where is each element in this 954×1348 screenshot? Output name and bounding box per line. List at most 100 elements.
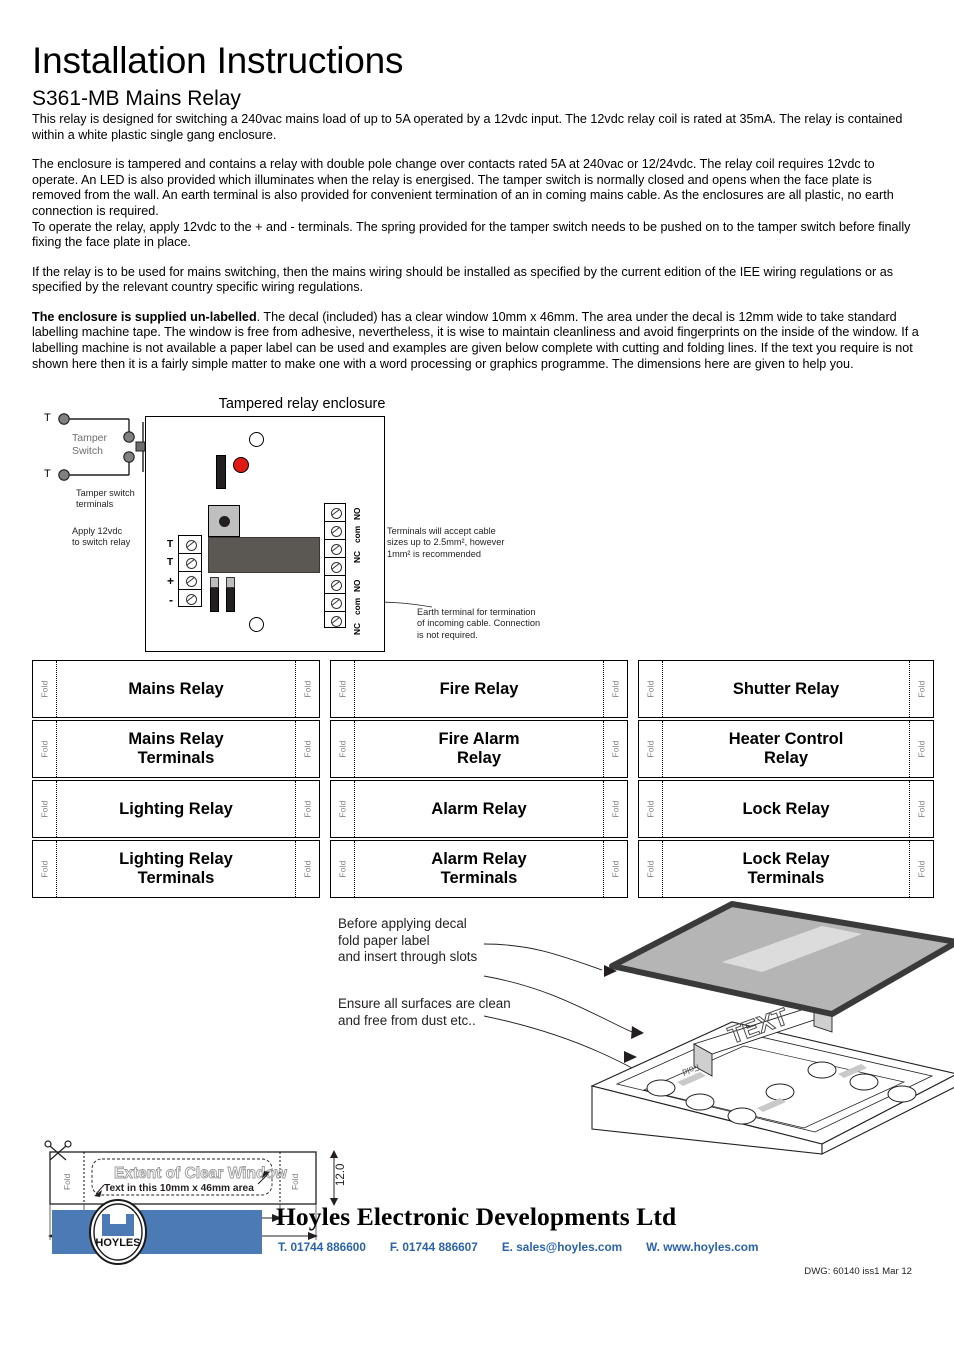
document-page: Installation Instructions S361-MB Mains … bbox=[0, 0, 954, 1348]
label-card-column-3: Fold Shutter Relay Fold Fold Heater Cont… bbox=[638, 660, 934, 899]
vlabel-nc-upper: NC bbox=[352, 551, 362, 564]
fold-label: Fold bbox=[337, 740, 348, 758]
fold-marker-right: Fold bbox=[603, 721, 627, 778]
contact-fax: F. 01744 886607 bbox=[389, 1240, 478, 1254]
fold-label: Fold bbox=[337, 800, 348, 818]
label-card: Fold Lock Relay Fold bbox=[638, 780, 934, 839]
label-card: Fold Lighting Relay Terminals Fold bbox=[32, 840, 320, 899]
label-card-text: Lock Relay Terminals bbox=[742, 850, 830, 888]
label-card-text: Alarm Relay Terminals bbox=[431, 850, 527, 888]
tamper-node-bottom bbox=[58, 469, 70, 482]
terminal-com-lower[interactable] bbox=[325, 576, 345, 595]
tamper-plunger bbox=[135, 441, 146, 452]
terminal-nc-lower[interactable] bbox=[325, 594, 345, 613]
mains-terminal-block[interactable] bbox=[324, 503, 346, 629]
company-name: Hoyles Electronic Developments Ltd bbox=[276, 1202, 677, 1231]
terminal-no-upper[interactable] bbox=[325, 504, 345, 523]
label-card-text: Fire Alarm Relay bbox=[438, 730, 520, 768]
terminal-com-upper[interactable] bbox=[325, 522, 345, 541]
label-card: Fold Alarm Relay Fold bbox=[330, 780, 628, 839]
fold-marker-left: Fold bbox=[33, 721, 57, 778]
tamper-node-top bbox=[58, 413, 70, 425]
fold-label: Fold bbox=[645, 680, 656, 698]
label-card-grid: Fold Mains Relay Fold Fold Mains Relay T… bbox=[32, 660, 934, 899]
fold-label: Fold bbox=[916, 800, 927, 818]
contact-details: T. 01744 886600 F. 01744 886607 E. sales… bbox=[278, 1240, 758, 1254]
fold-marker-left: Fold bbox=[639, 721, 663, 778]
fold-label: Fold bbox=[302, 680, 313, 698]
page-title: Installation Instructions bbox=[32, 40, 404, 81]
leader-arrow-strip-b bbox=[624, 1051, 637, 1064]
relay-enclosure-diagram: Tampered relay enclosure T T Tamper Swit… bbox=[32, 394, 922, 656]
fold-label: Fold bbox=[916, 740, 927, 758]
led-indicator bbox=[233, 457, 249, 474]
fold-marker-right: Fold bbox=[603, 781, 627, 838]
fold-marker-right: Fold bbox=[295, 721, 319, 778]
intro-paragraph-4: If the relay is to be used for mains swi… bbox=[32, 264, 894, 295]
company-logo: HOYLES bbox=[44, 1199, 262, 1265]
decal-plate bbox=[609, 901, 954, 1018]
fold-label: Fold bbox=[610, 860, 621, 878]
decal-application-illustration: Before applying decal fold paper label a… bbox=[32, 901, 954, 1156]
contact-website[interactable]: W. www.hoyles.com bbox=[646, 1240, 758, 1254]
label-card-text: Lighting Relay Terminals bbox=[119, 850, 233, 888]
fold-marker-left: Fold bbox=[331, 721, 355, 778]
relay-coil-dot bbox=[218, 515, 230, 527]
page-footer: HOYLES Hoyles Electronic Developments Lt… bbox=[32, 1199, 922, 1300]
label-card: Fold Lock Relay Terminals Fold bbox=[638, 840, 934, 899]
contact-email[interactable]: E. sales@hoyles.com bbox=[502, 1240, 622, 1254]
label-card-text: Lock Relay bbox=[742, 799, 830, 818]
fold-label: Fold bbox=[39, 740, 50, 758]
dimension-height-label: 12.0 bbox=[335, 1164, 347, 1186]
fold-label: Fold bbox=[645, 800, 656, 818]
fold-label: Fold bbox=[337, 680, 348, 698]
terminal-earth[interactable] bbox=[325, 612, 345, 629]
low-voltage-terminal-block[interactable] bbox=[178, 535, 202, 608]
relay-coil-module bbox=[208, 505, 240, 538]
annotation-terminal-cable-sizes: Terminals will accept cable sizes up to … bbox=[387, 526, 505, 559]
terminal-nc-upper[interactable] bbox=[325, 540, 345, 559]
fold-marker-left: Fold bbox=[639, 661, 663, 718]
fold-label: Fold bbox=[610, 680, 621, 698]
fold-marker-right: Fold bbox=[909, 721, 933, 778]
leader-arrow-strip-a bbox=[631, 1026, 644, 1040]
clear-window-inner-text: Text in this 10mm x 46mm area bbox=[104, 1183, 254, 1194]
annotation-apply-12vdc: Apply 12vdc to switch relay bbox=[72, 526, 131, 548]
label-card: Fold Fire Relay Fold bbox=[330, 660, 628, 719]
vlabel-com-lower: com bbox=[352, 598, 362, 616]
pin-label-plus: + bbox=[167, 574, 175, 589]
capacitor-component bbox=[216, 455, 226, 490]
vlabel-com-upper: com bbox=[352, 526, 362, 544]
fuse-component-1 bbox=[210, 577, 219, 613]
terminal-plus[interactable] bbox=[179, 572, 201, 591]
fold-marker-left: Fold bbox=[639, 781, 663, 838]
dim-fold-label-right: Fold bbox=[290, 1174, 300, 1191]
terminal-minus[interactable] bbox=[179, 590, 201, 607]
annotation-tamper-terminals: Tamper switch terminals bbox=[76, 488, 135, 510]
terminal-no-lower[interactable] bbox=[325, 558, 345, 577]
fold-marker-left: Fold bbox=[331, 841, 355, 898]
tamper-terminal-t-bottom: T bbox=[44, 468, 51, 481]
intro-paragraph-5: The enclosure is supplied un-labelled. T… bbox=[32, 310, 922, 372]
contact-telephone: T. 01744 886600 bbox=[278, 1240, 366, 1254]
pin-label-t1: T bbox=[167, 539, 174, 551]
fold-marker-right: Fold bbox=[909, 841, 933, 898]
terminal-t1[interactable] bbox=[179, 536, 201, 555]
label-card-text: Heater Control Relay bbox=[728, 730, 844, 768]
label-card-text: Shutter Relay bbox=[732, 679, 840, 698]
fold-marker-left: Fold bbox=[33, 781, 57, 838]
fold-label: Fold bbox=[302, 860, 313, 878]
fold-marker-right: Fold bbox=[295, 781, 319, 838]
fold-label: Fold bbox=[916, 860, 927, 878]
intro-paragraph-2: The enclosure is tampered and contains a… bbox=[32, 157, 894, 218]
fold-marker-right: Fold bbox=[603, 661, 627, 718]
screw-hole-bottom bbox=[249, 617, 264, 633]
decal-illustration-svg: TEXT Fold bbox=[483, 901, 954, 1156]
terminal-t2[interactable] bbox=[179, 554, 201, 573]
label-card-column-1: Fold Mains Relay Fold Fold Mains Relay T… bbox=[32, 660, 320, 899]
svg-text:HOYLES: HOYLES bbox=[95, 1237, 140, 1249]
fold-label: Fold bbox=[302, 740, 313, 758]
tamper-terminal-t-top: T bbox=[44, 412, 51, 425]
fold-marker-right: Fold bbox=[295, 661, 319, 718]
fold-marker-left: Fold bbox=[331, 661, 355, 718]
